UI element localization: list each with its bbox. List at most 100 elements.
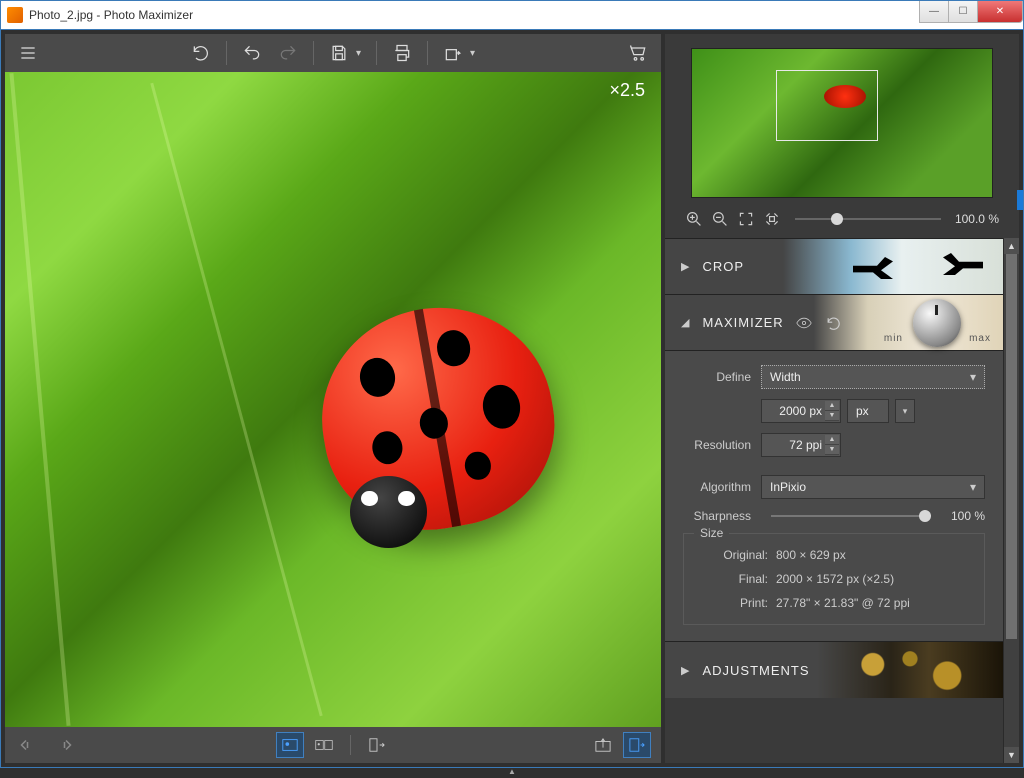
- navigator-preview[interactable]: [691, 48, 993, 198]
- resolution-label: Resolution: [683, 438, 761, 452]
- size-original-value: 800 × 629 px: [776, 548, 846, 562]
- app-icon: [7, 7, 23, 23]
- zoom-out-icon[interactable]: [711, 210, 729, 228]
- close-button[interactable]: ✕: [977, 1, 1023, 23]
- visibility-icon[interactable]: [796, 317, 812, 329]
- redo-icon[interactable]: [273, 39, 303, 67]
- save-dropdown-icon[interactable]: ▾: [356, 48, 366, 59]
- compare-view-icon[interactable]: [310, 732, 338, 758]
- chevron-right-icon: ▶: [681, 260, 690, 273]
- chevron-down-icon: ◢: [681, 316, 690, 329]
- image-content: [5, 72, 661, 727]
- fit-screen-icon[interactable]: [737, 210, 755, 228]
- size-final-label: Final:: [702, 572, 768, 586]
- size-print-value: 27.78" × 21.83" @ 72 ppi: [776, 596, 910, 610]
- share-icon[interactable]: [438, 39, 468, 67]
- navigator-viewport[interactable]: [776, 70, 878, 141]
- spin-down-icon[interactable]: ▼: [825, 445, 839, 455]
- save-icon[interactable]: [324, 39, 354, 67]
- scroll-track[interactable]: [1004, 254, 1019, 747]
- left-panel: ▾ ▾: [1, 30, 663, 767]
- chevron-right-icon: ▶: [681, 664, 690, 677]
- size-final-value: 2000 × 1572 px (×2.5): [776, 572, 894, 586]
- minimize-button[interactable]: —: [919, 1, 949, 23]
- knob-max-label: max: [969, 333, 991, 344]
- knob-graphic: [913, 299, 961, 347]
- slider-thumb[interactable]: [919, 510, 931, 522]
- print-icon[interactable]: [387, 39, 417, 67]
- section-maximizer-label: MAXIMIZER: [702, 315, 783, 330]
- open-icon[interactable]: [589, 732, 617, 758]
- scroll-thumb[interactable]: [1006, 254, 1017, 639]
- accordion-sections: ▶ CROP ◢ MAXIMIZER min max Define Wi: [665, 238, 1003, 763]
- section-maximizer-header[interactable]: ◢ MAXIMIZER min max: [665, 295, 1003, 351]
- unit-dropdown[interactable]: ▾: [895, 399, 915, 423]
- define-label: Define: [683, 370, 761, 384]
- zoom-in-icon[interactable]: [685, 210, 703, 228]
- separator: [350, 735, 351, 755]
- window-title: Photo_2.jpg - Photo Maximizer: [29, 8, 920, 22]
- next-arrows-icon[interactable]: [49, 732, 77, 758]
- cart-icon[interactable]: [623, 39, 653, 67]
- dropdown-icon: ▾: [970, 480, 976, 494]
- image-canvas[interactable]: ×2.5: [5, 72, 661, 727]
- app-shell: ▾ ▾: [0, 30, 1024, 768]
- scroll-down-icon[interactable]: ▼: [1004, 747, 1019, 763]
- prev-arrows-icon[interactable]: [15, 732, 43, 758]
- window-controls: — ☐ ✕: [920, 1, 1023, 29]
- size-title: Size: [694, 526, 729, 540]
- reset-section-icon[interactable]: [824, 314, 842, 332]
- export-side-icon[interactable]: [623, 732, 651, 758]
- algorithm-select[interactable]: InPixio ▾: [761, 475, 985, 499]
- maximize-button[interactable]: ☐: [948, 1, 978, 23]
- reset-icon[interactable]: [186, 39, 216, 67]
- spin-up-icon[interactable]: ▲: [825, 435, 839, 445]
- slider-thumb[interactable]: [831, 213, 843, 225]
- spin-down-icon[interactable]: ▼: [825, 411, 839, 421]
- algorithm-label: Algorithm: [683, 480, 761, 494]
- section-maximizer-body: Define Width ▾ 2000 px ▲▼: [665, 351, 1003, 642]
- sharpness-slider[interactable]: [771, 515, 931, 517]
- sharpness-label: Sharpness: [683, 509, 761, 523]
- bottom-toolbar: [5, 727, 661, 763]
- separator: [313, 41, 314, 65]
- sharpness-value: 100 %: [951, 509, 985, 523]
- single-view-icon[interactable]: [276, 732, 304, 758]
- width-input[interactable]: 2000 px ▲▼: [761, 399, 841, 423]
- section-adjustments-header[interactable]: ▶ ADJUSTMENTS: [665, 642, 1003, 698]
- knob-min-label: min: [884, 333, 903, 344]
- spin-up-icon[interactable]: ▲: [825, 401, 839, 411]
- actual-size-icon[interactable]: [763, 210, 781, 228]
- define-value: Width: [770, 370, 801, 384]
- dropdown-icon: ▾: [970, 370, 976, 384]
- hamburger-icon[interactable]: [13, 39, 43, 67]
- share-dropdown-icon[interactable]: ▾: [470, 48, 480, 59]
- size-print-label: Print:: [702, 596, 768, 610]
- preview-area: [665, 34, 1019, 204]
- filmstrip-expand-handle[interactable]: ▲: [0, 768, 1024, 778]
- unit-display: px: [847, 399, 889, 423]
- zoom-readout: 100.0 %: [955, 212, 999, 226]
- separator: [427, 41, 428, 65]
- separator: [226, 41, 227, 65]
- zoom-controls: 100.0 %: [665, 204, 1019, 238]
- apply-icon[interactable]: [363, 732, 391, 758]
- right-scrollbar[interactable]: ▲ ▼: [1003, 238, 1019, 763]
- zoom-slider[interactable]: [795, 218, 941, 220]
- resolution-input[interactable]: 72 ppi ▲▼: [761, 433, 841, 457]
- right-panel: 100.0 % ▶ CROP ◢ MAXIMIZER min max Defin…: [663, 30, 1023, 767]
- section-adjustments-label: ADJUSTMENTS: [702, 663, 809, 678]
- section-crop-label: CROP: [702, 259, 744, 274]
- algorithm-value: InPixio: [770, 480, 806, 494]
- gears-graphic: [817, 642, 1003, 698]
- section-crop-header[interactable]: ▶ CROP: [665, 239, 1003, 295]
- define-select[interactable]: Width ▾: [761, 365, 985, 389]
- size-group: Size Original: 800 × 629 px Final: 2000 …: [683, 533, 985, 625]
- main-toolbar: ▾ ▾: [5, 34, 661, 72]
- undo-icon[interactable]: [237, 39, 267, 67]
- panel-collapse-tab[interactable]: [1017, 190, 1023, 210]
- size-original-label: Original:: [702, 548, 768, 562]
- zoom-factor-label: ×2.5: [609, 80, 645, 101]
- titlebar: Photo_2.jpg - Photo Maximizer — ☐ ✕: [0, 0, 1024, 30]
- scroll-up-icon[interactable]: ▲: [1004, 238, 1019, 254]
